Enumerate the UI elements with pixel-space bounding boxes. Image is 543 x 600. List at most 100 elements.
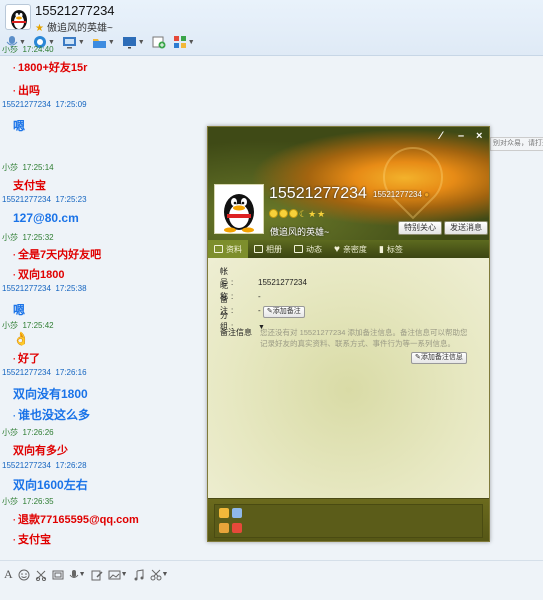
- special-care-button[interactable]: 特别关心: [398, 221, 442, 235]
- chevron-down-icon: ▼: [47, 38, 55, 46]
- send-message-button[interactable]: 发送消息: [444, 221, 488, 235]
- bookmark-icon: ▮: [378, 243, 384, 254]
- image-icon: [52, 570, 64, 579]
- chat-title: 15521277234: [35, 3, 115, 18]
- avatar[interactable]: [5, 4, 31, 30]
- id-card-icon: [214, 245, 223, 253]
- cut-icon: [150, 569, 162, 580]
- message-text: · 支付宝: [13, 534, 51, 546]
- feed-icon: [294, 245, 303, 253]
- tab-intimacy[interactable]: ♥ 亲密度: [328, 240, 373, 258]
- profile-panel: 帐 号: 15521277234 昵 称: - 备 注: - ✎添加备注 分 组: ▼ …: [208, 258, 489, 498]
- message-header: 15521277234 17:25:09: [2, 100, 87, 109]
- font-icon: A: [4, 567, 13, 581]
- close-icon[interactable]: ×: [476, 130, 482, 142]
- album-icon: [254, 245, 263, 253]
- ok-hand-emoji: 👌: [13, 331, 30, 346]
- footer-icons: [214, 504, 483, 538]
- profile-avatar[interactable]: [214, 184, 264, 234]
- font-button[interactable]: A: [4, 567, 13, 582]
- message-header: 小莎 17:25:14: [2, 163, 54, 172]
- skin-icon[interactable]: ⁄: [440, 130, 442, 142]
- profile-card: ⁄ – × 15521277234 15521277234 ● ☾ ★ ★ 傲追…: [207, 126, 490, 542]
- message-text: 双向1600左右: [13, 478, 88, 492]
- message-text: 支付宝: [13, 180, 46, 192]
- music-button[interactable]: [133, 568, 145, 581]
- tab-album[interactable]: 相册: [248, 240, 288, 258]
- home-icon[interactable]: [232, 508, 242, 518]
- message-header: 15521277234 17:25:23: [2, 195, 87, 204]
- message-header: 小莎 17:26:35: [2, 497, 54, 506]
- voice-message-button[interactable]: ▼: [69, 569, 86, 581]
- tab-feed[interactable]: 动态: [288, 240, 328, 258]
- level-badges[interactable]: ☾ ★ ★: [269, 209, 325, 220]
- add-note-button[interactable]: ✎添加备注信息: [411, 352, 467, 364]
- message-text: 👌: [13, 331, 29, 347]
- tab-info[interactable]: 资料: [208, 240, 248, 258]
- message-text: · 全是7天内好友吧: [13, 249, 102, 261]
- message-text: · 好了: [13, 353, 40, 365]
- screenshot-button[interactable]: [35, 569, 47, 581]
- message-header: 小莎 17:25:32: [2, 233, 54, 242]
- background-window-peek[interactable]: 别对众易，请打开: [490, 137, 543, 151]
- message-text: · 退款77165595@qq.com: [13, 514, 139, 526]
- cut-button[interactable]: ▼: [150, 569, 169, 581]
- message-text: 127@80.cm: [13, 211, 79, 225]
- gift-icon[interactable]: [232, 523, 242, 533]
- chevron-down-icon: ▼: [187, 38, 195, 46]
- profile-name: 15521277234: [269, 185, 367, 202]
- profile-banner: ⁄ – × 15521277234 15521277234 ● ☾ ★ ★ 傲追…: [208, 127, 489, 240]
- picture-icon: [108, 570, 121, 579]
- profile-id: 15521277234 ●: [373, 190, 430, 199]
- star-icon: ★: [317, 209, 326, 219]
- edit-icon: [91, 570, 103, 580]
- chevron-down-icon: ▼: [120, 571, 128, 578]
- note-text: 您还没有对 15521277234 添加备注信息。备注信息可以帮助您记录好友的真…: [260, 328, 468, 348]
- add-remark-button[interactable]: ✎添加备注: [262, 306, 305, 318]
- message-text: · 双向1800: [13, 269, 65, 281]
- user-icon[interactable]: [219, 508, 229, 518]
- scissors-icon: [35, 570, 46, 581]
- group-icon[interactable]: [219, 523, 229, 533]
- message-header: 15521277234 17:26:28: [2, 461, 87, 470]
- message-text: · 1800+好友15r: [13, 62, 88, 74]
- minimize-icon[interactable]: –: [458, 130, 464, 142]
- message-header: 15521277234 17:25:38: [2, 284, 87, 293]
- picture-button[interactable]: ▼: [108, 569, 128, 581]
- profile-footer: [208, 498, 489, 541]
- chevron-down-icon: ▼: [137, 38, 145, 46]
- sun-icon: [289, 209, 298, 218]
- input-toolbar: A ▼ ▼ ▼: [0, 560, 543, 600]
- heart-icon: ♥: [334, 243, 340, 255]
- image-frame-button[interactable]: [52, 569, 64, 581]
- chevron-down-icon: ▼: [161, 571, 169, 578]
- message-header: 小莎 17:24:40: [2, 46, 54, 54]
- message-header: 15521277234 17:26:16: [2, 368, 87, 377]
- music-icon: [134, 568, 144, 580]
- message-text: 双向有多少: [13, 445, 68, 457]
- profile-signature: 傲追风的英雄~: [270, 227, 330, 237]
- star-icon: ★: [308, 209, 317, 219]
- tab-tags[interactable]: ▮ 标签: [373, 240, 409, 258]
- chevron-down-icon: ▼: [77, 38, 85, 46]
- emoji-button[interactable]: [18, 569, 30, 581]
- message-header: 小莎 17:25:42: [2, 321, 54, 330]
- edit-button[interactable]: [91, 569, 103, 581]
- chevron-down-icon: ▼: [107, 38, 115, 46]
- chevron-down-icon: ▼: [78, 571, 86, 578]
- sun-icon: [279, 209, 288, 218]
- moon-icon: ☾: [299, 209, 308, 219]
- sun-icon: [269, 209, 278, 218]
- chat-signature: ★ 傲追风的英雄~: [35, 23, 113, 34]
- input-tools: A ▼ ▼ ▼: [4, 567, 168, 582]
- profile-tabs: 资料 相册 动态 ♥ 亲密度 ▮ 标签: [208, 240, 489, 258]
- message-text: 嗯: [13, 119, 26, 133]
- message-text: 嗯: [13, 303, 26, 317]
- message-text: · 出吗: [13, 85, 40, 97]
- emoji-icon: [18, 569, 30, 580]
- message-header: 小莎 17:26:26: [2, 428, 54, 437]
- message-text: 双向没有1800: [13, 387, 88, 401]
- note-title: 备注信息: [220, 328, 252, 337]
- leaf-decoration: [370, 134, 456, 220]
- message-text: · 谁也没这么多: [13, 408, 91, 422]
